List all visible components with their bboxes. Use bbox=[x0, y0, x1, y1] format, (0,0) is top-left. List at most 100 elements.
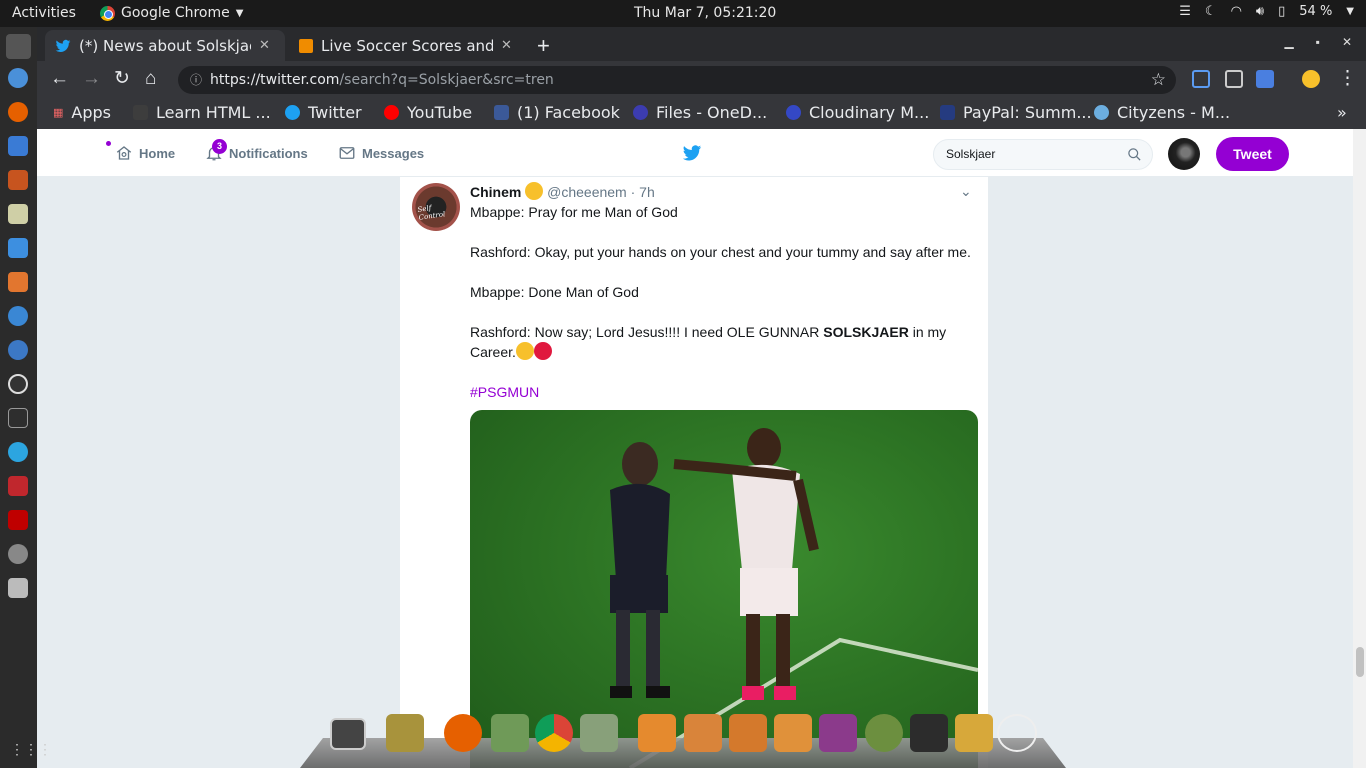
twitter-search-input[interactable]: Solskjaer bbox=[933, 139, 1153, 170]
battery-level: 54 % bbox=[1299, 4, 1333, 19]
obs-dock-icon[interactable] bbox=[8, 374, 28, 394]
document-dock-icon[interactable] bbox=[8, 238, 28, 258]
menu-icon[interactable]: ☰ bbox=[1179, 4, 1191, 19]
chrome-launcher-icon[interactable] bbox=[535, 714, 573, 752]
bookmark-learn-html[interactable]: Learn HTML ... bbox=[133, 103, 271, 122]
scroll-thumb[interactable] bbox=[1356, 647, 1364, 677]
disk-dock-icon[interactable] bbox=[8, 204, 28, 224]
files-dock-icon[interactable] bbox=[8, 170, 28, 190]
terminal-launcher-icon[interactable] bbox=[330, 718, 366, 750]
tweet-options-chevron-icon[interactable]: ⌄ bbox=[960, 183, 972, 200]
filezilla-dock-icon[interactable] bbox=[8, 510, 28, 530]
downloads-folder-launcher-icon[interactable] bbox=[774, 714, 812, 752]
tweet-hashtag[interactable]: #PSGMUN bbox=[470, 382, 980, 402]
tweet-header: Chinem @cheeenem · 7h bbox=[470, 182, 655, 200]
tweet-author-name[interactable]: Chinem bbox=[470, 184, 521, 200]
image-viewer-launcher-icon[interactable] bbox=[386, 714, 424, 752]
minimize-icon[interactable]: ▁ bbox=[1284, 35, 1293, 49]
clock[interactable]: Thu Mar 7, 05:21:20 bbox=[634, 5, 776, 21]
bookmark-twitter[interactable]: Twitter bbox=[285, 103, 362, 122]
bookmark-star-icon[interactable]: ☆ bbox=[1151, 66, 1166, 94]
bookmark-apps[interactable]: ▦ Apps bbox=[53, 103, 111, 122]
cpu-gauge-launcher-icon[interactable] bbox=[865, 714, 903, 752]
map-launcher-icon[interactable] bbox=[580, 714, 618, 752]
emoji-extension-icon[interactable] bbox=[1302, 70, 1320, 88]
forward-icon[interactable]: → bbox=[82, 69, 101, 89]
tab-live-soccer[interactable]: Live Soccer Scores and ✕ bbox=[289, 30, 529, 61]
browser-toolbar: ← → ↻ ⌂ ⓘ https://twitter.com/search?q=S… bbox=[37, 61, 1366, 98]
home-icon bbox=[116, 146, 132, 160]
mail-dock-icon[interactable] bbox=[8, 136, 28, 156]
tweet-author-avatar[interactable]: Self Control bbox=[412, 183, 460, 231]
bookmark-paypal[interactable]: PayPal: Summ... bbox=[940, 103, 1092, 122]
system-tray[interactable]: ☰ ☾ ◠ 🔊︎ ▯ 54 % ▼ bbox=[1179, 4, 1354, 19]
nav-messages-label: Messages bbox=[362, 145, 425, 161]
info-icon[interactable]: ⓘ bbox=[190, 66, 202, 94]
firefox-dock-icon[interactable] bbox=[8, 102, 28, 122]
bookmark-facebook[interactable]: (1) Facebook bbox=[494, 103, 620, 122]
archive-launcher-icon[interactable] bbox=[491, 714, 529, 752]
history-folder-launcher-icon[interactable] bbox=[729, 714, 767, 752]
documents-folder-launcher-icon[interactable] bbox=[684, 714, 722, 752]
app-menu[interactable]: Google Chrome ▼ bbox=[100, 5, 243, 21]
tab-title: Live Soccer Scores and bbox=[321, 36, 493, 55]
bookmark-cityzens[interactable]: Cityzens - M... bbox=[1094, 103, 1230, 122]
bookmark-onedrive[interactable]: Files - OneD... bbox=[633, 103, 767, 122]
maximize-icon[interactable]: ▪ bbox=[1316, 35, 1320, 49]
translate-extension-icon[interactable] bbox=[1256, 70, 1274, 88]
show-apps-icon[interactable]: ⋮⋮⋮ bbox=[10, 741, 52, 758]
tab-strip: (*) News about Solskjaer ✕ Live Soccer S… bbox=[37, 27, 1366, 61]
help-dock-icon[interactable] bbox=[8, 306, 28, 326]
close-tab-icon[interactable]: ✕ bbox=[501, 38, 512, 53]
nav-home-label: Home bbox=[139, 145, 176, 161]
chrome-menu-icon[interactable]: ⋮ bbox=[1338, 69, 1357, 89]
avatar-label: Self Control bbox=[417, 204, 446, 222]
software-dock-icon[interactable] bbox=[8, 272, 28, 292]
eyes-launcher-icon[interactable] bbox=[997, 714, 1037, 752]
twitter-logo-icon[interactable] bbox=[681, 143, 703, 163]
cube-extension-icon[interactable] bbox=[1225, 70, 1243, 88]
qbittorrent-dock-icon[interactable] bbox=[8, 340, 28, 360]
cast-icon[interactable] bbox=[1192, 70, 1210, 88]
address-bar[interactable]: ⓘ https://twitter.com/search?q=Solskjaer… bbox=[178, 66, 1176, 94]
tweet-button[interactable]: Tweet bbox=[1216, 137, 1289, 171]
back-icon[interactable]: ← bbox=[50, 69, 69, 89]
new-tab-button[interactable]: + bbox=[537, 33, 550, 59]
nav-messages[interactable]: Messages bbox=[338, 129, 424, 177]
terminal-dock-icon[interactable] bbox=[8, 408, 28, 428]
tweet-author-handle[interactable]: @cheeenem bbox=[547, 184, 627, 200]
twitter-bird-icon bbox=[55, 39, 71, 52]
search-icon[interactable] bbox=[1127, 147, 1142, 162]
settings-dock-icon[interactable] bbox=[8, 544, 28, 564]
page-scrollbar[interactable] bbox=[1353, 129, 1366, 768]
tweet-timestamp[interactable]: · 7h bbox=[631, 184, 655, 200]
nav-notifications-label: Notifications bbox=[229, 145, 308, 161]
notes-launcher-icon[interactable] bbox=[955, 714, 993, 752]
home-icon[interactable]: ⌂ bbox=[145, 69, 156, 89]
close-tab-icon[interactable]: ✕ bbox=[259, 38, 270, 53]
firefox-launcher-icon[interactable] bbox=[444, 714, 482, 752]
telegram-dock-icon[interactable] bbox=[8, 442, 28, 462]
user-avatar[interactable] bbox=[1168, 138, 1200, 170]
twitter-header: Home Notifications 3 Messages Solskjaer … bbox=[37, 129, 1353, 177]
close-window-icon[interactable]: ✕ bbox=[1342, 35, 1352, 49]
home-folder-launcher-icon[interactable] bbox=[638, 714, 676, 752]
chromium-dock-icon[interactable] bbox=[8, 68, 28, 88]
activities-button[interactable]: Activities bbox=[12, 5, 76, 21]
more-bookmarks-icon[interactable]: » bbox=[1337, 103, 1347, 122]
bookmark-cloudinary[interactable]: Cloudinary M... bbox=[786, 103, 929, 122]
bookmark-label: Apps bbox=[71, 103, 111, 122]
bookmark-youtube[interactable]: YouTube bbox=[384, 103, 472, 122]
tab-twitter[interactable]: (*) News about Solskjaer ✕ bbox=[45, 30, 285, 61]
network-monitor-launcher-icon[interactable] bbox=[910, 714, 948, 752]
tweet-line-4: Rashford: Now say; Lord Jesus!!!! I need… bbox=[470, 322, 980, 362]
bookmark-label: Twitter bbox=[308, 103, 362, 122]
reload-icon[interactable]: ↻ bbox=[114, 69, 130, 89]
chrome-dock-icon[interactable] bbox=[6, 34, 31, 59]
terminal-red-dock-icon[interactable] bbox=[8, 476, 28, 496]
onedrive-icon bbox=[633, 105, 648, 120]
nav-home[interactable]: Home bbox=[115, 129, 175, 177]
camera-dock-icon[interactable] bbox=[8, 578, 28, 598]
youtube-icon bbox=[384, 105, 399, 120]
video-launcher-icon[interactable] bbox=[819, 714, 857, 752]
